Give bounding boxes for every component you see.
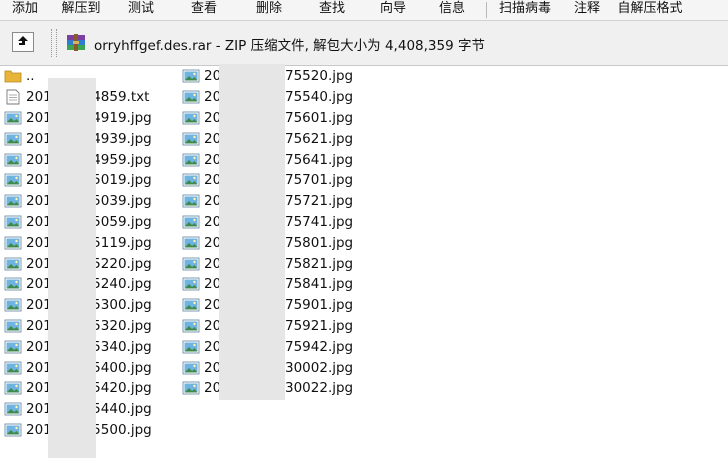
toolbar-virus-scan-button[interactable]: 扫描病毒: [491, 0, 559, 20]
address-separator: [51, 29, 57, 57]
file-name-suffix: 75701.jpg: [285, 172, 354, 189]
toolbar-extract-to-button[interactable]: 解压到: [50, 0, 112, 20]
file-name-suffix: 75741.jpg: [285, 213, 354, 230]
file-name-suffix: 75801.jpg: [285, 234, 354, 251]
file-name-suffix: 75540.jpg: [285, 89, 354, 106]
image-file-icon: [4, 236, 22, 250]
file-name-suffix: 75841.jpg: [285, 276, 354, 293]
toolbar-test-button[interactable]: 测试: [112, 0, 170, 20]
image-file-icon: [182, 69, 200, 83]
file-name-suffix: 75721.jpg: [285, 193, 354, 210]
file-name-suffix: 75621.jpg: [285, 130, 354, 147]
toolbar-delete-button[interactable]: 删除: [238, 0, 300, 20]
file-name-suffix: 75901.jpg: [285, 297, 354, 314]
image-file-icon: [4, 340, 22, 354]
main-toolbar: 添加 解压到 测试 查看 删除 查找 向导 信息 扫描病毒 注释 自解压格式: [0, 0, 728, 21]
image-file-icon: [182, 361, 200, 374]
file-list: .. 201 174859.txt 201 174919.jpg 201 174939.jp…: [0, 64, 728, 459]
text-file-icon: [6, 89, 20, 105]
archive-path: orryhffgef.des.rar - ZIP 压缩文件, 解包大小为 4,4…: [94, 38, 485, 54]
image-file-icon: [182, 298, 200, 312]
image-file-icon: [182, 132, 200, 146]
file-name-suffix: 30022.jpg: [285, 380, 354, 397]
toolbar-find-button[interactable]: 查找: [300, 0, 364, 20]
image-file-icon: [182, 215, 200, 229]
file-name-suffix: 75520.jpg: [285, 68, 354, 85]
toolbar-sfx-button[interactable]: 自解压格式: [615, 0, 685, 20]
image-file-icon: [182, 173, 200, 187]
file-name-suffix: 75601.jpg: [285, 109, 354, 126]
file-name-suffix: 30002.jpg: [285, 359, 354, 376]
image-file-icon: [4, 215, 22, 229]
image-file-icon: [182, 90, 200, 104]
up-folder-icon: [18, 36, 28, 45]
image-file-icon: [182, 340, 200, 354]
image-file-icon: [4, 257, 22, 271]
image-file-icon: [182, 257, 200, 271]
toolbar-separator: [486, 2, 487, 18]
image-file-icon: [4, 381, 22, 395]
image-file-icon: [4, 277, 22, 291]
image-file-icon: [182, 153, 200, 167]
image-file-icon: [182, 236, 200, 250]
toolbar-add-button[interactable]: 添加: [0, 0, 50, 20]
toolbar-view-button[interactable]: 查看: [170, 0, 238, 20]
image-file-icon: [4, 402, 22, 416]
image-file-icon: [4, 298, 22, 312]
redacted-area: [48, 78, 96, 458]
image-file-icon: [182, 194, 200, 208]
image-file-icon: [182, 319, 200, 333]
image-file-icon: [182, 277, 200, 291]
file-name-suffix: 75942.jpg: [285, 338, 354, 355]
redacted-area: [219, 64, 285, 400]
toolbar-comment-button[interactable]: 注释: [559, 0, 615, 20]
file-name-suffix: 75921.jpg: [285, 317, 354, 334]
image-file-icon: [4, 319, 22, 333]
image-file-icon: [4, 132, 22, 146]
toolbar-info-button[interactable]: 信息: [422, 0, 482, 20]
image-file-icon: [4, 361, 22, 374]
file-name-suffix: 75641.jpg: [285, 151, 354, 168]
rar-archive-icon: [67, 34, 85, 51]
image-file-icon: [182, 381, 200, 395]
up-folder-button[interactable]: [12, 32, 34, 52]
image-file-icon: [4, 153, 22, 167]
image-file-icon: [4, 194, 22, 208]
address-bar: orryhffgef.des.rar - ZIP 压缩文件, 解包大小为 4,4…: [0, 21, 728, 66]
toolbar-wizard-button[interactable]: 向导: [364, 0, 422, 20]
image-file-icon: [4, 111, 22, 125]
image-file-icon: [4, 423, 22, 437]
image-file-icon: [4, 173, 22, 187]
file-name-suffix: 75821.jpg: [285, 255, 354, 272]
folder-icon: [4, 70, 22, 83]
image-file-icon: [182, 111, 200, 125]
